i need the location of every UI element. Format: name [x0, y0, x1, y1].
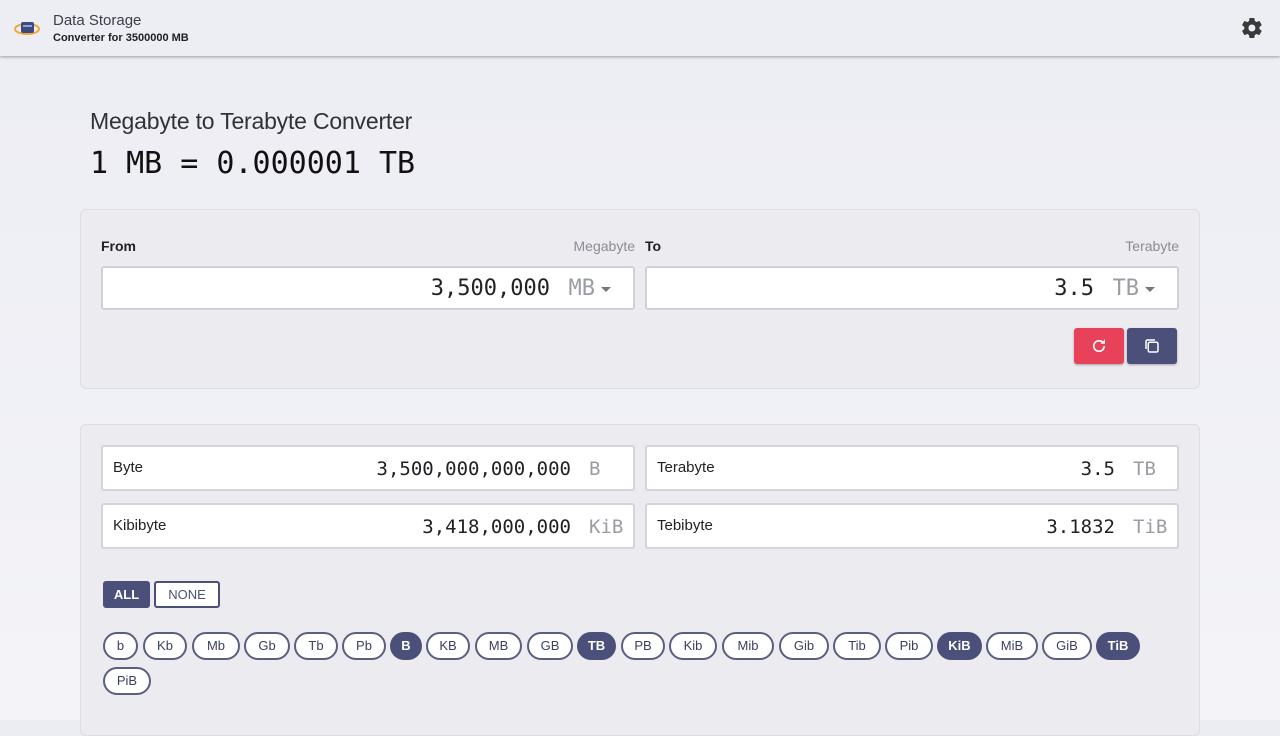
unit-chip-tebibyte[interactable]: TiB	[1096, 632, 1140, 660]
unit-chip-kibibit[interactable]: Kib	[669, 632, 717, 660]
result-name: Terabyte	[657, 459, 715, 476]
unit-chip-byte[interactable]: B	[390, 632, 422, 660]
page-title: Megabyte to Terabyte Converter	[90, 108, 413, 134]
unit-chip-gibibyte[interactable]: GiB	[1042, 632, 1092, 660]
to-label: To	[645, 238, 662, 254]
unit-chip-mebibyte[interactable]: MiB	[986, 632, 1038, 660]
unit-chip-petabyte[interactable]: PB	[621, 632, 665, 660]
result-unit: B	[589, 458, 601, 480]
result-terabyte: Terabyte 3.5 TB	[645, 445, 1179, 491]
unit-chip-gibibit[interactable]: Gib	[779, 632, 829, 660]
select-none-button[interactable]: NONE	[154, 581, 220, 608]
unit-chip-terabyte[interactable]: TB	[577, 632, 616, 660]
from-label: From	[101, 238, 136, 254]
unit-chip-gigabyte[interactable]: GB	[527, 632, 573, 660]
to-input[interactable]: 3.5 TB	[645, 266, 1179, 310]
unit-chip-tb-bit[interactable]: Tb	[294, 632, 338, 660]
refresh-icon	[1092, 339, 1106, 353]
unit-chip-mb-bit[interactable]: Mb	[192, 632, 240, 660]
copy-button[interactable]	[1127, 328, 1177, 364]
result-value[interactable]: 3.5	[1081, 458, 1115, 480]
unit-chip-kibibyte[interactable]: KiB	[937, 632, 982, 660]
result-name: Kibibyte	[113, 517, 167, 534]
unit-chip-pebibyte[interactable]: PiB	[103, 667, 151, 695]
unit-chip-mebibit[interactable]: Mib	[722, 632, 774, 660]
to-value[interactable]: 3.5	[1054, 276, 1094, 301]
chevron-down-icon[interactable]	[601, 287, 611, 292]
from-input[interactable]: 3,500,000 MB	[101, 266, 635, 310]
unit-chip-megabyte[interactable]: MB	[475, 632, 522, 660]
result-name: Tebibyte	[657, 517, 713, 534]
result-unit: TB	[1133, 458, 1156, 480]
result-tebibyte: Tebibyte 3.1832 TiB	[645, 503, 1179, 549]
to-unit-select[interactable]: TB	[1113, 276, 1140, 301]
copy-icon	[1145, 339, 1159, 353]
conversion-formula: 1 MB = 0.000001 TB	[90, 146, 416, 181]
result-unit: KiB	[589, 516, 624, 538]
unit-chip-b[interactable]: b	[103, 632, 138, 660]
unit-chip-kb-bit[interactable]: Kb	[143, 632, 187, 660]
unit-chip-pebibit[interactable]: Pib	[885, 632, 933, 660]
result-name: Byte	[113, 459, 144, 476]
unit-chip-gb-bit[interactable]: Gb	[244, 632, 290, 660]
select-all-button[interactable]: ALL	[103, 581, 150, 608]
result-value[interactable]: 3,500,000,000,000	[377, 458, 571, 480]
app-title: Data Storage	[53, 12, 142, 29]
result-kibibyte: Kibibyte 3,418,000,000 KiB	[101, 503, 635, 549]
result-byte: Byte 3,500,000,000,000 B	[101, 445, 635, 491]
unit-chip-kilobyte[interactable]: KB	[426, 632, 470, 660]
reset-button[interactable]	[1074, 328, 1124, 364]
result-value[interactable]: 3.1832	[1046, 516, 1115, 538]
from-unit-name: Megabyte	[573, 238, 635, 254]
result-value[interactable]: 3,418,000,000	[422, 516, 571, 538]
result-unit: TiB	[1133, 516, 1168, 538]
from-unit-select[interactable]: MB	[569, 276, 596, 301]
to-unit-name: Terabyte	[1125, 238, 1179, 254]
unit-chip-pb-bit[interactable]: Pb	[342, 632, 386, 660]
unit-chip-tebibit[interactable]: Tib	[833, 632, 881, 660]
app-bar: Data Storage Converter for 3500000 MB	[0, 0, 1280, 56]
chevron-down-icon[interactable]	[1145, 287, 1155, 292]
app-subtitle: Converter for 3500000 MB	[53, 32, 189, 44]
gear-icon[interactable]	[1240, 16, 1264, 40]
from-value[interactable]: 3,500,000	[431, 276, 550, 301]
storage-logo-icon	[14, 16, 40, 40]
